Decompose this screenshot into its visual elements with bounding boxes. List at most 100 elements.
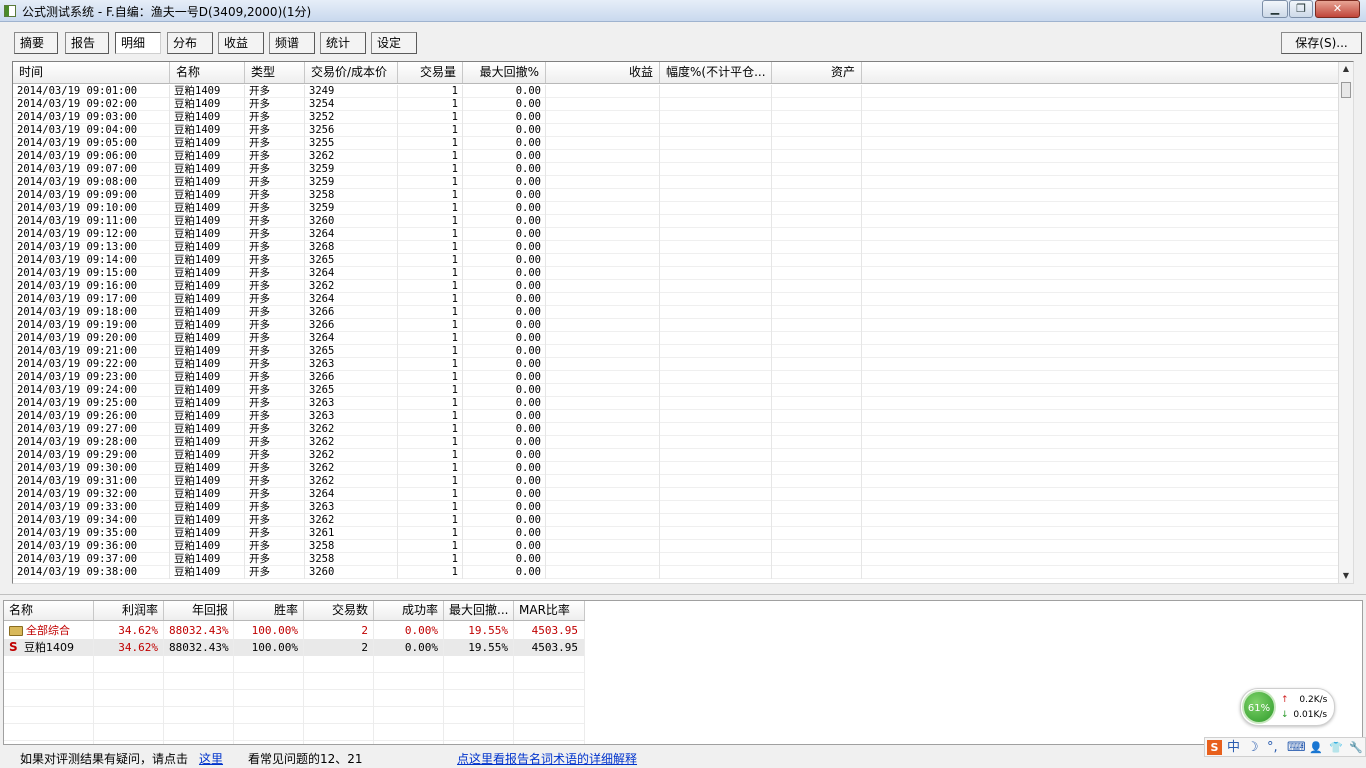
table-row[interactable]: 2014/03/19 09:17:00 豆粕1409 开多 3264 1 0.00 bbox=[13, 293, 1339, 306]
pane-splitter[interactable] bbox=[0, 594, 1366, 598]
table-row[interactable]: 2014/03/19 09:33:00 豆粕1409 开多 3263 1 0.00 bbox=[13, 501, 1339, 514]
column-header-max-drawdown[interactable]: 最大回撤% bbox=[463, 62, 546, 83]
tab-returns[interactable]: 收益 bbox=[218, 32, 264, 54]
table-row[interactable]: 2014/03/19 09:06:00 豆粕1409 开多 3262 1 0.00 bbox=[13, 150, 1339, 163]
table-row[interactable]: 2014/03/19 09:30:00 豆粕1409 开多 3262 1 0.00 bbox=[13, 462, 1339, 475]
summary-header-profit-rate[interactable]: 利润率 bbox=[94, 601, 164, 620]
column-header-volume[interactable]: 交易量 bbox=[398, 62, 463, 83]
column-header-name[interactable]: 名称 bbox=[170, 62, 245, 83]
table-row[interactable]: 2014/03/19 09:13:00 豆粕1409 开多 3268 1 0.00 bbox=[13, 241, 1339, 254]
table-row[interactable]: 2014/03/19 09:38:00 豆粕1409 开多 3260 1 0.00 bbox=[13, 566, 1339, 579]
table-row[interactable]: 2014/03/19 09:05:00 豆粕1409 开多 3255 1 0.00 bbox=[13, 137, 1339, 150]
minimize-button[interactable]: ▁ bbox=[1262, 0, 1288, 18]
table-row[interactable]: 2014/03/19 09:32:00 豆粕1409 开多 3264 1 0.00 bbox=[13, 488, 1339, 501]
table-cell bbox=[772, 176, 862, 189]
user-icon[interactable]: 👤 bbox=[1309, 739, 1323, 756]
table-row[interactable]: 2014/03/19 09:36:00 豆粕1409 开多 3258 1 0.00 bbox=[13, 540, 1339, 553]
table-cell: 0.00 bbox=[463, 566, 546, 579]
table-row[interactable]: 2014/03/19 09:25:00 豆粕1409 开多 3263 1 0.00 bbox=[13, 397, 1339, 410]
table-row[interactable]: 2014/03/19 09:18:00 豆粕1409 开多 3266 1 0.00 bbox=[13, 306, 1339, 319]
summary-row-instrument[interactable]: S 豆粕1409 34.62% 88032.43% 100.00% 2 0.00%… bbox=[4, 639, 585, 656]
save-button[interactable]: 保存(S)... bbox=[1281, 32, 1362, 54]
table-row[interactable]: 2014/03/19 09:27:00 豆粕1409 开多 3262 1 0.00 bbox=[13, 423, 1339, 436]
summary-header-success-rate[interactable]: 成功率 bbox=[374, 601, 444, 620]
summary-header-annual-return[interactable]: 年回报 bbox=[164, 601, 234, 620]
table-row[interactable]: 2014/03/19 09:16:00 豆粕1409 开多 3262 1 0.00 bbox=[13, 280, 1339, 293]
table-row[interactable]: 2014/03/19 09:07:00 豆粕1409 开多 3259 1 0.00 bbox=[13, 163, 1339, 176]
scrollbar-thumb[interactable] bbox=[1341, 82, 1351, 98]
table-cell: 豆粕1409 bbox=[170, 384, 245, 397]
moon-icon[interactable]: ☽ bbox=[1247, 739, 1259, 756]
table-cell bbox=[660, 306, 772, 319]
scroll-down-icon[interactable]: ▼ bbox=[1339, 569, 1353, 583]
tab-distribution[interactable]: 分布 bbox=[167, 32, 213, 54]
tab-report[interactable]: 报告 bbox=[65, 32, 109, 54]
scroll-up-icon[interactable]: ▲ bbox=[1339, 62, 1353, 76]
tab-summary[interactable]: 摘要 bbox=[14, 32, 58, 54]
summary-row-all[interactable]: 全部综合 34.62% 88032.43% 100.00% 2 0.00% 19… bbox=[4, 622, 585, 639]
restore-button[interactable]: ❐ bbox=[1289, 0, 1313, 18]
keyboard-icon[interactable]: ⌨ bbox=[1287, 739, 1306, 756]
punctuation-icon[interactable]: °, bbox=[1267, 739, 1278, 756]
table-row[interactable]: 2014/03/19 09:01:00 豆粕1409 开多 3249 1 0.00 bbox=[13, 85, 1339, 98]
table-row[interactable]: 2014/03/19 09:28:00 豆粕1409 开多 3262 1 0.00 bbox=[13, 436, 1339, 449]
column-header-profit[interactable]: 收益 bbox=[546, 62, 660, 83]
table-cell bbox=[546, 202, 660, 215]
table-cell bbox=[546, 176, 660, 189]
close-button[interactable]: ✕ bbox=[1315, 0, 1360, 18]
table-row[interactable]: 2014/03/19 09:08:00 豆粕1409 开多 3259 1 0.00 bbox=[13, 176, 1339, 189]
table-row[interactable]: 2014/03/19 09:12:00 豆粕1409 开多 3264 1 0.00 bbox=[13, 228, 1339, 241]
tab-detail[interactable]: 明细 bbox=[115, 32, 161, 54]
table-row[interactable]: 2014/03/19 09:03:00 豆粕1409 开多 3252 1 0.00 bbox=[13, 111, 1339, 124]
summary-header-mar-ratio[interactable]: MAR比率 bbox=[514, 601, 585, 620]
table-row[interactable]: 2014/03/19 09:19:00 豆粕1409 开多 3266 1 0.00 bbox=[13, 319, 1339, 332]
s-icon: S bbox=[9, 640, 18, 654]
summary-header-trade-count[interactable]: 交易数 bbox=[304, 601, 374, 620]
summary-header-max-drawdown[interactable]: 最大回撤... bbox=[444, 601, 514, 620]
table-row[interactable]: 2014/03/19 09:14:00 豆粕1409 开多 3265 1 0.00 bbox=[13, 254, 1339, 267]
vertical-scrollbar[interactable]: ▲ ▼ bbox=[1338, 62, 1353, 583]
table-row[interactable]: 2014/03/19 09:04:00 豆粕1409 开多 3256 1 0.00 bbox=[13, 124, 1339, 137]
table-row[interactable]: 2014/03/19 09:15:00 豆粕1409 开多 3264 1 0.00 bbox=[13, 267, 1339, 280]
table-row[interactable]: 2014/03/19 09:29:00 豆粕1409 开多 3262 1 0.00 bbox=[13, 449, 1339, 462]
here-link[interactable]: 这里 bbox=[199, 750, 223, 767]
summary-header-name[interactable]: 名称 bbox=[4, 601, 94, 620]
table-row[interactable]: 2014/03/19 09:02:00 豆粕1409 开多 3254 1 0.00 bbox=[13, 98, 1339, 111]
network-speed-widget[interactable]: 61% ↑ 0.2K/s ↓ 0.01K/s bbox=[1240, 688, 1335, 726]
column-header-type[interactable]: 类型 bbox=[245, 62, 305, 83]
table-row[interactable]: 2014/03/19 09:22:00 豆粕1409 开多 3263 1 0.00 bbox=[13, 358, 1339, 371]
column-header-time[interactable]: 时间 bbox=[13, 62, 170, 83]
table-row[interactable]: 2014/03/19 09:24:00 豆粕1409 开多 3265 1 0.00 bbox=[13, 384, 1339, 397]
table-cell: 2014/03/19 09:13:00 bbox=[13, 241, 170, 254]
table-cell bbox=[772, 436, 862, 449]
table-row[interactable]: 2014/03/19 09:10:00 豆粕1409 开多 3259 1 0.00 bbox=[13, 202, 1339, 215]
shirt-icon[interactable]: 👕 bbox=[1329, 739, 1343, 756]
sogou-icon[interactable]: S bbox=[1207, 740, 1222, 755]
column-header-amplitude[interactable]: 幅度%(不计平仓... bbox=[660, 62, 772, 83]
table-row[interactable]: 2014/03/19 09:23:00 豆粕1409 开多 3266 1 0.00 bbox=[13, 371, 1339, 384]
tab-settings[interactable]: 设定 bbox=[371, 32, 417, 54]
table-cell: 0.00 bbox=[463, 176, 546, 189]
table-cell: 开多 bbox=[245, 280, 305, 293]
tab-statistics[interactable]: 统计 bbox=[320, 32, 366, 54]
summary-header-win-rate[interactable]: 胜率 bbox=[234, 601, 304, 620]
table-row[interactable]: 2014/03/19 09:31:00 豆粕1409 开多 3262 1 0.00 bbox=[13, 475, 1339, 488]
table-row[interactable]: 2014/03/19 09:21:00 豆粕1409 开多 3265 1 0.00 bbox=[13, 345, 1339, 358]
ime-chinese-mode[interactable]: 中 bbox=[1227, 739, 1240, 756]
table-row[interactable]: 2014/03/19 09:20:00 豆粕1409 开多 3264 1 0.00 bbox=[13, 332, 1339, 345]
table-cell: 豆粕1409 bbox=[170, 98, 245, 111]
table-row[interactable]: 2014/03/19 09:37:00 豆粕1409 开多 3258 1 0.00 bbox=[13, 553, 1339, 566]
table-row[interactable]: 2014/03/19 09:34:00 豆粕1409 开多 3262 1 0.00 bbox=[13, 514, 1339, 527]
wrench-icon[interactable]: 🔧 bbox=[1349, 739, 1363, 756]
summary-row-instrument-name: 豆粕1409 bbox=[24, 641, 74, 654]
table-row[interactable]: 2014/03/19 09:35:00 豆粕1409 开多 3261 1 0.00 bbox=[13, 527, 1339, 540]
column-header-price[interactable]: 交易价/成本价 bbox=[305, 62, 398, 83]
table-row[interactable]: 2014/03/19 09:26:00 豆粕1409 开多 3263 1 0.00 bbox=[13, 410, 1339, 423]
table-row[interactable]: 2014/03/19 09:09:00 豆粕1409 开多 3258 1 0.00 bbox=[13, 189, 1339, 202]
column-header-assets[interactable]: 资产 bbox=[772, 62, 862, 83]
table-cell bbox=[772, 241, 862, 254]
tab-spectrum[interactable]: 频谱 bbox=[269, 32, 315, 54]
table-row[interactable]: 2014/03/19 09:11:00 豆粕1409 开多 3260 1 0.00 bbox=[13, 215, 1339, 228]
terms-link[interactable]: 点这里看报告名词术语的详细解释 bbox=[457, 750, 637, 767]
table-cell: 0.00 bbox=[463, 85, 546, 98]
